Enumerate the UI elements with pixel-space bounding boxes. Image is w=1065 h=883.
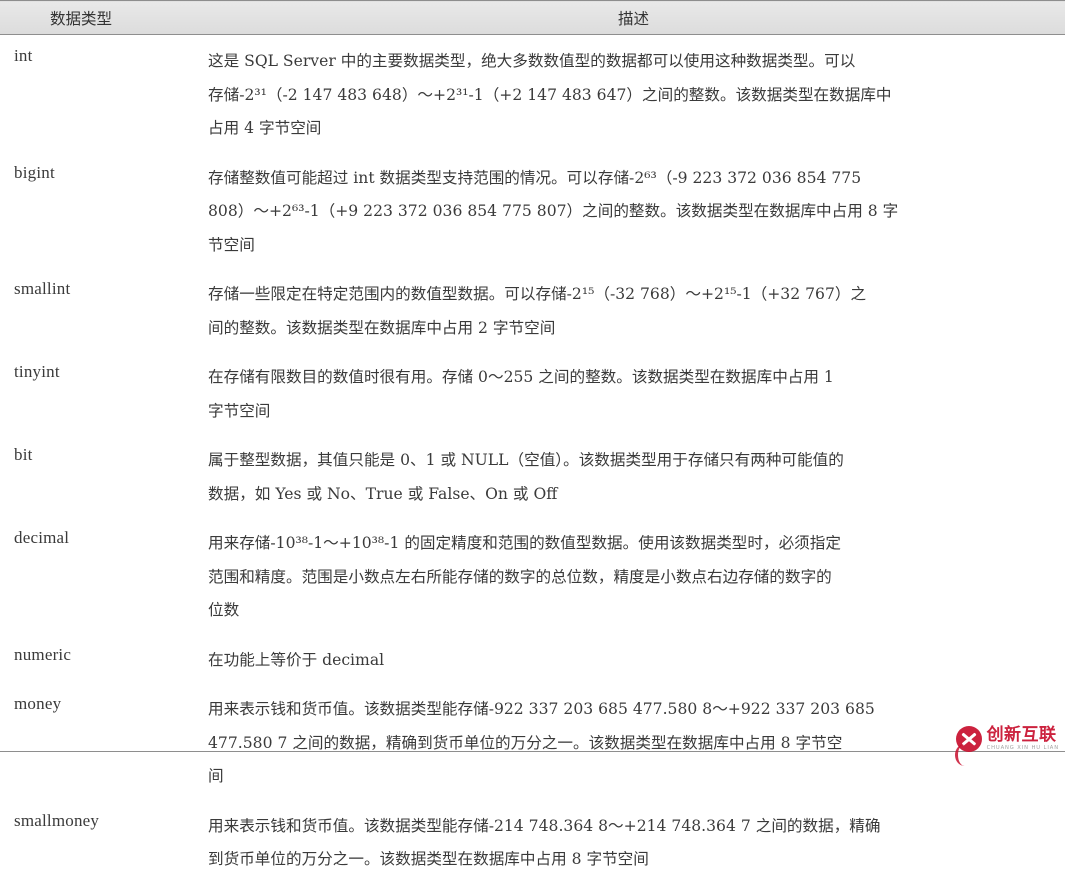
description-line: 位数 [208, 601, 240, 619]
table-row: smallmoney 用来表示钱和货币值。该数据类型能存储-214 748.364… [0, 800, 1065, 883]
table-row: tinyint 在存储有限数目的数值时很有用。存储 0～255 之间的整数。该数据… [0, 351, 1065, 434]
cell-description: 在存储有限数目的数值时很有用。存储 0～255 之间的整数。该数据类型在数据库中… [208, 351, 1065, 434]
description-line: 用来存储-10³⁸-1～+10³⁸-1 的固定精度和范围的数值型数据。使用该数据… [208, 534, 841, 552]
cell-description: 存储整数值可能超过 int 数据类型支持范围的情况。可以存储-2⁶³（-9 22… [208, 152, 1065, 269]
description-line: 存储整数值可能超过 int 数据类型支持范围的情况。可以存储-2⁶³（-9 22… [208, 168, 862, 187]
document-page: 数据类型 描述 int 这是 SQL Server 中的主要数据类型，绝大多数数值… [0, 0, 1065, 868]
cell-description: 用来存储-10³⁸-1～+10³⁸-1 的固定精度和范围的数值型数据。使用该数据… [208, 517, 1065, 634]
description-line: 占用 4 字节空间 [208, 119, 322, 137]
cell-description: 在功能上等价于 decimal [208, 634, 1065, 684]
description-line: 这是 SQL Server 中的主要数据类型，绝大多数数值型的数据都可以使用这种… [208, 52, 856, 70]
table-row: smallint 存储一些限定在特定范围内的数值型数据。可以存储-2¹⁵（-32 … [0, 268, 1065, 351]
table-row: money 用来表示钱和货币值。该数据类型能存储-922 337 203 685 … [0, 683, 1065, 800]
description-line: 数据，如 Yes 或 No、True 或 False、On 或 Off [208, 484, 558, 503]
cell-data-type: tinyint [14, 362, 60, 381]
column-header-data-type: 数据类型 [0, 0, 208, 35]
cell-description: 用来表示钱和货币值。该数据类型能存储-214 748.364 8～+214 74… [208, 800, 1065, 883]
table-head: 数据类型 描述 [0, 0, 1065, 35]
table-row: numeric 在功能上等价于 decimal [0, 634, 1065, 684]
description-line: 字节空间 [208, 401, 271, 420]
table-row: int 这是 SQL Server 中的主要数据类型，绝大多数数值型的数据都可以使… [0, 35, 1065, 152]
cell-data-type: bigint [14, 162, 55, 182]
cell-description: 这是 SQL Server 中的主要数据类型，绝大多数数值型的数据都可以使用这种… [208, 35, 1065, 152]
description-line: 节空间 [208, 235, 255, 254]
cell-data-type: int [14, 46, 33, 65]
description-line: 到货币单位的万分之一。该数据类型在数据库中占用 8 字节空间 [208, 850, 649, 868]
table-body: int 这是 SQL Server 中的主要数据类型，绝大多数数值型的数据都可以使… [0, 35, 1065, 883]
table-row: bit 属于整型数据，其值只能是 0、1 或 NULL（空值）。该数据类型用于存储… [0, 434, 1065, 517]
description-line: 范围和精度。范围是小数点左右所能存储的数字的总位数，精度是小数点右边存储的数字的 [208, 567, 832, 586]
description-line: 属于整型数据，其值只能是 0、1 或 NULL（空值）。该数据类型用于存储只有两… [208, 451, 844, 469]
description-line: 间 [208, 767, 224, 785]
table-row: decimal 用来存储-10³⁸-1～+10³⁸-1 的固定精度和范围的数值型数… [0, 517, 1065, 634]
description-line: 477.580 7 之间的数据，精确到货币单位的万分之一。该数据类型在数据库中占… [208, 733, 843, 752]
cell-data-type: money [14, 694, 62, 713]
cell-description: 存储一些限定在特定范围内的数值型数据。可以存储-2¹⁵（-32 768）～+2¹… [208, 268, 1065, 351]
cell-data-type: smallmoney [14, 810, 100, 830]
cell-description: 用来表示钱和货币值。该数据类型能存储-922 337 203 685 477.5… [208, 683, 1065, 800]
table-row: bigint 存储整数值可能超过 int 数据类型支持范围的情况。可以存储-2⁶³… [0, 152, 1065, 269]
cell-data-type: numeric [14, 644, 72, 664]
description-line: 在功能上等价于 decimal [208, 650, 385, 669]
cell-description: 属于整型数据，其值只能是 0、1 或 NULL（空值）。该数据类型用于存储只有两… [208, 434, 1065, 517]
cell-data-type: decimal [14, 528, 70, 547]
description-line: 存储一些限定在特定范围内的数值型数据。可以存储-2¹⁵（-32 768）～+2¹… [208, 285, 867, 303]
cell-data-type: bit [14, 445, 33, 464]
description-line: 808）～+2⁶³-1（+9 223 372 036 854 775 807）之… [208, 202, 899, 220]
description-line: 间的整数。该数据类型在数据库中占用 2 字节空间 [208, 318, 556, 337]
cell-data-type: smallint [14, 279, 71, 298]
description-line: 存储-2³¹（-2 147 483 648）～+2³¹-1（+2 147 483… [208, 85, 892, 104]
column-header-description: 描述 [208, 0, 1065, 35]
description-line: 用来表示钱和货币值。该数据类型能存储-214 748.364 8～+214 74… [208, 816, 881, 835]
description-line: 在存储有限数目的数值时很有用。存储 0～255 之间的整数。该数据类型在数据库中… [208, 368, 834, 386]
table-bottom-rule [0, 751, 1065, 752]
table-header-row: 数据类型 描述 [0, 0, 1065, 35]
description-line: 用来表示钱和货币值。该数据类型能存储-922 337 203 685 477.5… [208, 700, 875, 718]
